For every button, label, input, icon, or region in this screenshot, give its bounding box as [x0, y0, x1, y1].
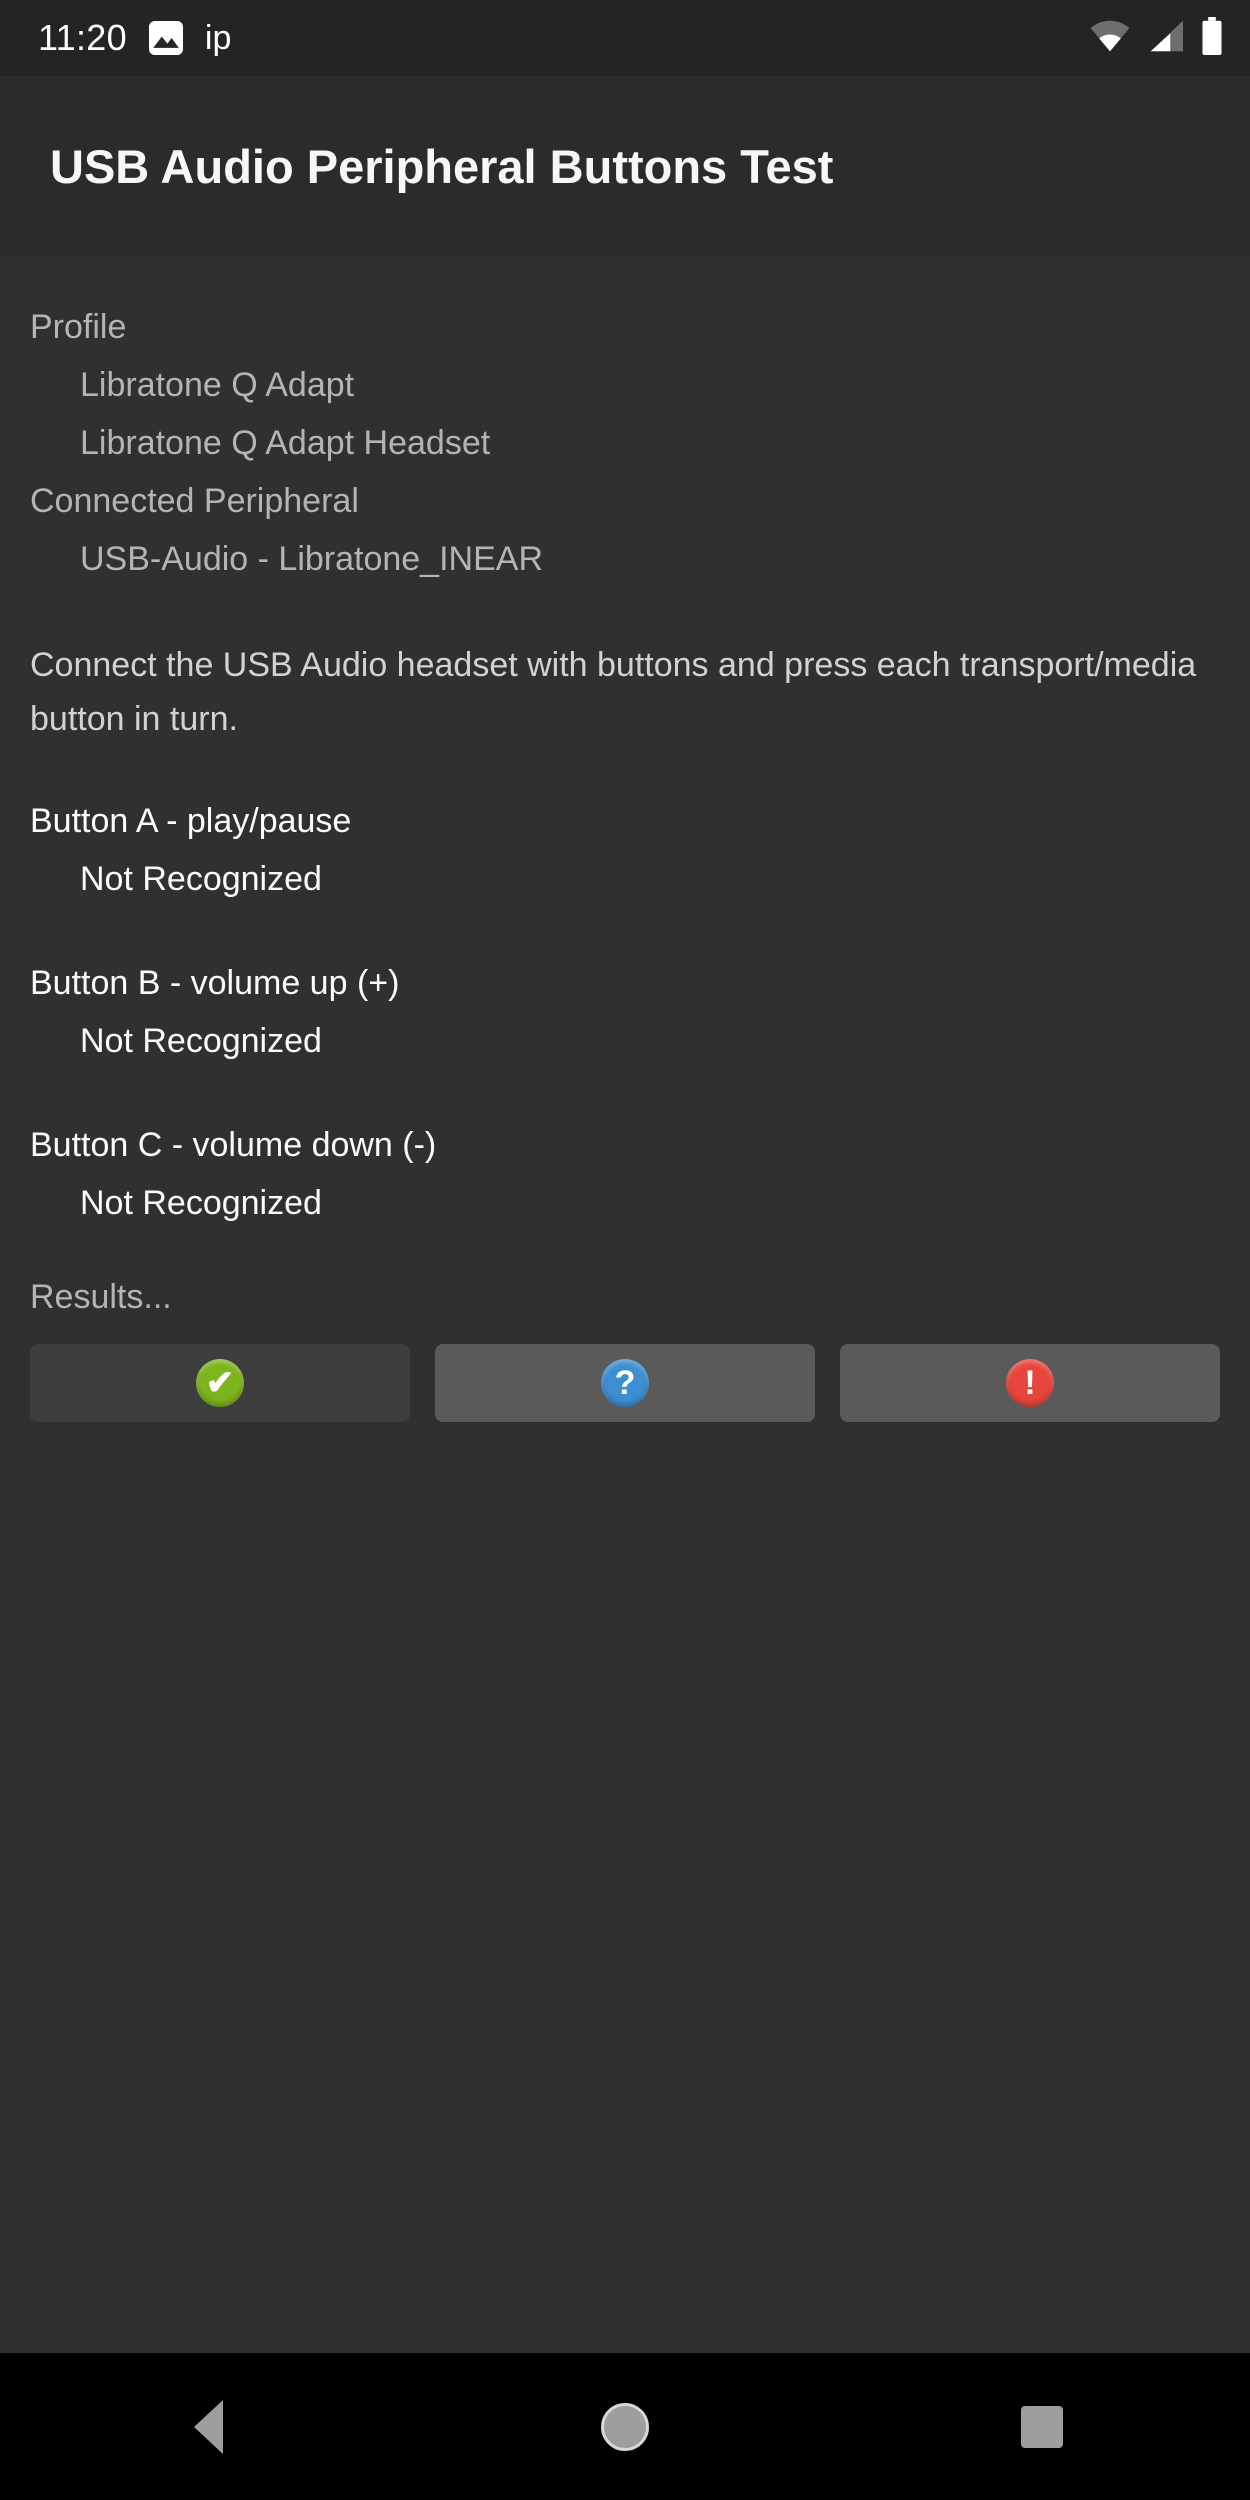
recents-square-icon — [1020, 2405, 1063, 2448]
battery-icon — [1200, 16, 1224, 60]
pass-button[interactable]: ✔ — [30, 1344, 410, 1422]
check-icon: ✔ — [196, 1359, 244, 1407]
back-triangle-icon — [193, 2399, 223, 2454]
phone-screen: 11:20 ip USB Audio Peripheral Buttons Te… — [0, 0, 1250, 2500]
cell-signal-icon — [1146, 19, 1186, 58]
profile-label: Profile — [30, 308, 127, 346]
button-a-status: Not Recognized — [80, 860, 322, 898]
connected-peripheral-value: USB-Audio - Libratone_INEAR — [80, 540, 544, 578]
button-b-section: Button B - volume up (+) Not Recognized — [30, 954, 1220, 1070]
button-c-status: Not Recognized — [80, 1184, 322, 1222]
home-circle-icon — [600, 2402, 649, 2451]
connected-peripheral-label: Connected Peripheral — [30, 482, 359, 520]
result-actions-row: ✔ ? ! — [30, 1344, 1220, 1422]
nav-home-button[interactable] — [545, 2353, 705, 2500]
status-bar-right — [1088, 16, 1224, 60]
nav-recents-button[interactable] — [962, 2353, 1122, 2500]
nav-back-button[interactable] — [128, 2353, 288, 2500]
status-bar: 11:20 ip — [0, 0, 1250, 76]
question-icon: ? — [601, 1359, 649, 1407]
button-a-label: Button A - play/pause — [30, 802, 352, 840]
button-b-label: Button B - volume up (+) — [30, 964, 400, 1002]
exclamation-icon: ! — [1006, 1359, 1054, 1407]
results-label: Results... — [30, 1278, 172, 1316]
button-c-section: Button C - volume down (-) Not Recognize… — [30, 1116, 1220, 1232]
profile-value: Libratone Q Adapt — [80, 366, 355, 404]
page-title: USB Audio Peripheral Buttons Test — [50, 139, 834, 193]
connected-peripheral-section: Connected Peripheral USB-Audio - Librato… — [30, 472, 1220, 588]
main-content: Profile Libratone Q Adapt Libratone Q Ad… — [0, 256, 1250, 2353]
info-button[interactable]: ? — [435, 1344, 815, 1422]
button-a-section: Button A - play/pause Not Recognized — [30, 792, 1220, 908]
status-bar-notification-text: ip — [204, 18, 232, 57]
image-icon — [148, 21, 183, 55]
status-bar-clock: 11:20 — [38, 17, 127, 58]
instructions-text: Connect the USB Audio headset with butto… — [30, 646, 1197, 738]
navigation-bar — [0, 2353, 1250, 2500]
profile-value: Libratone Q Adapt Headset — [80, 424, 491, 462]
button-c-label: Button C - volume down (-) — [30, 1126, 437, 1164]
fail-button[interactable]: ! — [840, 1344, 1220, 1422]
profile-section: Profile Libratone Q Adapt Libratone Q Ad… — [30, 298, 1220, 472]
wifi-icon — [1088, 19, 1132, 58]
app-bar: USB Audio Peripheral Buttons Test — [0, 76, 1250, 256]
button-b-status: Not Recognized — [80, 1022, 322, 1060]
status-bar-left: 11:20 ip — [38, 17, 231, 59]
